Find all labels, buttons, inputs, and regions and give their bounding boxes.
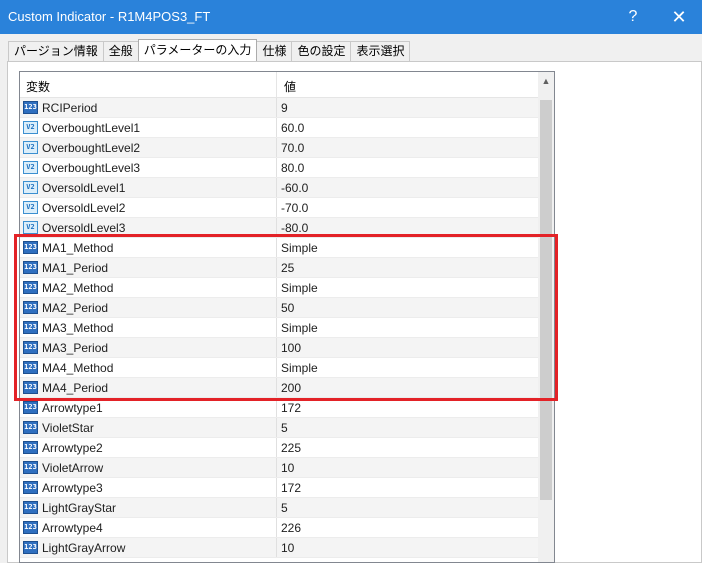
cell-divider: [276, 418, 277, 437]
parameter-name: OversoldLevel1: [42, 181, 126, 195]
parameter-value[interactable]: 70.0: [281, 141, 304, 155]
parameter-value[interactable]: 226: [281, 521, 301, 535]
grid-header: 変数 値: [20, 72, 538, 98]
parameter-name: Arrowtype4: [42, 521, 103, 535]
parameter-value[interactable]: 10: [281, 461, 294, 475]
table-row[interactable]: V2 OverboughtLevel1 60.0: [20, 118, 538, 138]
double-icon: V2: [23, 181, 38, 194]
int-icon: 123: [23, 101, 38, 114]
tab-color-settings[interactable]: 色の設定: [291, 41, 352, 61]
parameter-name: Arrowtype3: [42, 481, 103, 495]
parameter-value[interactable]: -70.0: [281, 201, 308, 215]
parameter-value[interactable]: 5: [281, 501, 288, 515]
table-row[interactable]: V2 OversoldLevel1 -60.0: [20, 178, 538, 198]
cell-divider: [276, 478, 277, 497]
int-icon: 123: [23, 401, 38, 414]
int-icon: 123: [23, 541, 38, 554]
table-row[interactable]: 123 LightGrayStar 5: [20, 498, 538, 518]
column-divider[interactable]: [276, 72, 277, 97]
cell-divider: [276, 498, 277, 517]
double-icon: V2: [23, 121, 38, 134]
table-row[interactable]: 123 Arrowtype3 172: [20, 478, 538, 498]
parameter-value[interactable]: 225: [281, 441, 301, 455]
double-icon: V2: [23, 201, 38, 214]
parameter-value[interactable]: 9: [281, 101, 288, 115]
table-row[interactable]: 123 LightGrayArrow 10: [20, 538, 538, 558]
cell-divider: [276, 158, 277, 177]
close-button[interactable]: ✕: [656, 0, 702, 34]
column-header-variable[interactable]: 変数: [26, 78, 50, 95]
table-row[interactable]: 123 Arrowtype2 225: [20, 438, 538, 458]
table-row[interactable]: 123 VioletArrow 10: [20, 458, 538, 478]
parameter-value[interactable]: 172: [281, 481, 301, 495]
parameter-value[interactable]: -60.0: [281, 181, 308, 195]
parameter-value[interactable]: 172: [281, 401, 301, 415]
int-icon: 123: [23, 421, 38, 434]
parameter-value[interactable]: -80.0: [281, 221, 308, 235]
parameter-name: VioletStar: [42, 421, 94, 435]
parameter-value[interactable]: 10: [281, 541, 294, 555]
int-icon: 123: [23, 441, 38, 454]
double-icon: V2: [23, 221, 38, 234]
double-icon: V2: [23, 161, 38, 174]
parameter-name: OversoldLevel2: [42, 201, 126, 215]
parameter-name: LightGrayStar: [42, 501, 117, 515]
tab-input-parameters[interactable]: パラメーターの入力: [137, 39, 258, 61]
help-button[interactable]: ?: [610, 0, 656, 34]
parameter-name: OverboughtLevel3: [42, 161, 141, 175]
double-icon: V2: [23, 141, 38, 154]
table-row[interactable]: V2 OverboughtLevel2 70.0: [20, 138, 538, 158]
parameter-value[interactable]: 80.0: [281, 161, 304, 175]
tab-visualization[interactable]: 表示選択: [350, 41, 411, 61]
table-row[interactable]: V2 OversoldLevel2 -70.0: [20, 198, 538, 218]
cell-divider: [276, 98, 277, 117]
cell-divider: [276, 518, 277, 537]
cell-divider: [276, 118, 277, 137]
column-header-value[interactable]: 値: [284, 78, 296, 95]
cell-divider: [276, 198, 277, 217]
int-icon: 123: [23, 461, 38, 474]
cell-divider: [276, 178, 277, 197]
int-icon: 123: [23, 481, 38, 494]
parameter-name: Arrowtype2: [42, 441, 103, 455]
parameter-name: OverboughtLevel1: [42, 121, 141, 135]
parameter-name: OversoldLevel3: [42, 221, 126, 235]
tab-strip: パージョン情報 全般 パラメーターの入力 仕様 色の設定 表示選択: [8, 39, 411, 62]
parameter-name: OverboughtLevel2: [42, 141, 141, 155]
parameter-name: Arrowtype1: [42, 401, 103, 415]
table-row[interactable]: V2 OverboughtLevel3 80.0: [20, 158, 538, 178]
parameter-name: RCIPeriod: [42, 101, 98, 115]
cell-divider: [276, 538, 277, 557]
parameter-value[interactable]: 60.0: [281, 121, 304, 135]
cell-divider: [276, 458, 277, 477]
parameter-name: VioletArrow: [42, 461, 104, 475]
tab-version-info[interactable]: パージョン情報: [8, 41, 104, 61]
cell-divider: [276, 138, 277, 157]
table-row[interactable]: 123 Arrowtype4 226: [20, 518, 538, 538]
window-title: Custom Indicator - R1M4POS3_FT: [8, 9, 211, 24]
tab-general[interactable]: 全般: [102, 41, 139, 61]
title-bar: Custom Indicator - R1M4POS3_FT ? ✕: [0, 0, 702, 34]
highlight-box: [14, 234, 558, 401]
table-row[interactable]: 123 RCIPeriod 9: [20, 98, 538, 118]
int-icon: 123: [23, 501, 38, 514]
table-row[interactable]: 123 Arrowtype1 172: [20, 398, 538, 418]
table-row[interactable]: 123 VioletStar 5: [20, 418, 538, 438]
scroll-up-icon[interactable]: ▲: [538, 72, 554, 89]
cell-divider: [276, 438, 277, 457]
int-icon: 123: [23, 521, 38, 534]
tab-specification[interactable]: 仕様: [256, 41, 293, 61]
parameter-name: LightGrayArrow: [42, 541, 126, 555]
parameter-value[interactable]: 5: [281, 421, 288, 435]
